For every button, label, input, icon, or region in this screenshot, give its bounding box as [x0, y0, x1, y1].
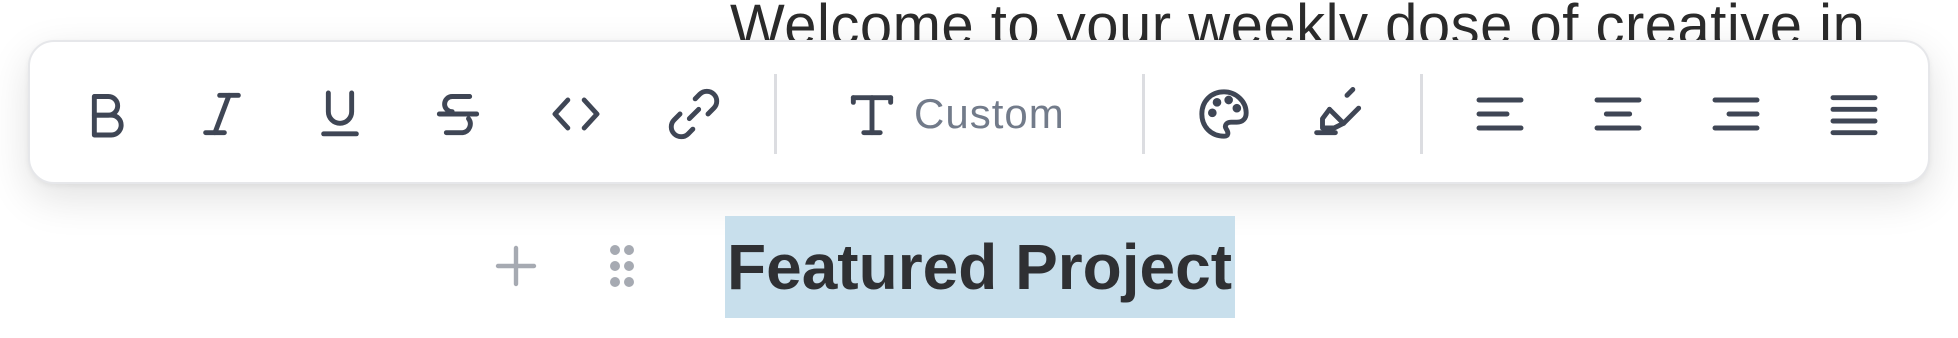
justify-button[interactable]: [1822, 84, 1886, 144]
align-right-icon: [1712, 97, 1760, 131]
drag-handle-icon: [610, 245, 634, 287]
plus-icon: [495, 245, 537, 287]
italic-icon: [203, 92, 241, 136]
highlighter-icon: [1314, 87, 1362, 136]
bold-icon: [91, 94, 124, 138]
align-left-button[interactable]: [1468, 84, 1532, 144]
font-style-label: Custom: [914, 90, 1065, 137]
toolbar-divider: [1142, 74, 1145, 154]
toolbar-divider: [1420, 74, 1423, 154]
highlight-button[interactable]: [1308, 84, 1372, 144]
align-center-button[interactable]: [1586, 84, 1650, 144]
strikethrough-icon: [436, 94, 480, 136]
font-style-dropdown[interactable]: Custom: [844, 84, 1104, 144]
link-icon: [668, 88, 720, 140]
add-block-button[interactable]: [486, 236, 546, 296]
align-justify-icon: [1830, 95, 1878, 136]
text-type-icon: [850, 95, 894, 136]
palette-icon: [1199, 89, 1249, 139]
text-color-button[interactable]: [1192, 84, 1256, 144]
strikethrough-button[interactable]: [426, 84, 490, 144]
formatting-toolbar: Custom: [28, 40, 1930, 184]
drag-handle[interactable]: [592, 236, 652, 296]
align-left-icon: [1476, 97, 1524, 131]
underline-icon: [321, 90, 359, 137]
underline-button[interactable]: [308, 84, 372, 144]
code-button[interactable]: [544, 84, 608, 144]
bold-button[interactable]: [74, 84, 138, 144]
link-button[interactable]: [662, 84, 726, 144]
align-center-icon: [1594, 97, 1642, 131]
toolbar-divider: [774, 74, 777, 154]
align-right-button[interactable]: [1704, 84, 1768, 144]
code-icon: [552, 97, 600, 131]
featured-project-heading[interactable]: Featured Project: [727, 226, 1232, 308]
italic-button[interactable]: [190, 84, 254, 144]
